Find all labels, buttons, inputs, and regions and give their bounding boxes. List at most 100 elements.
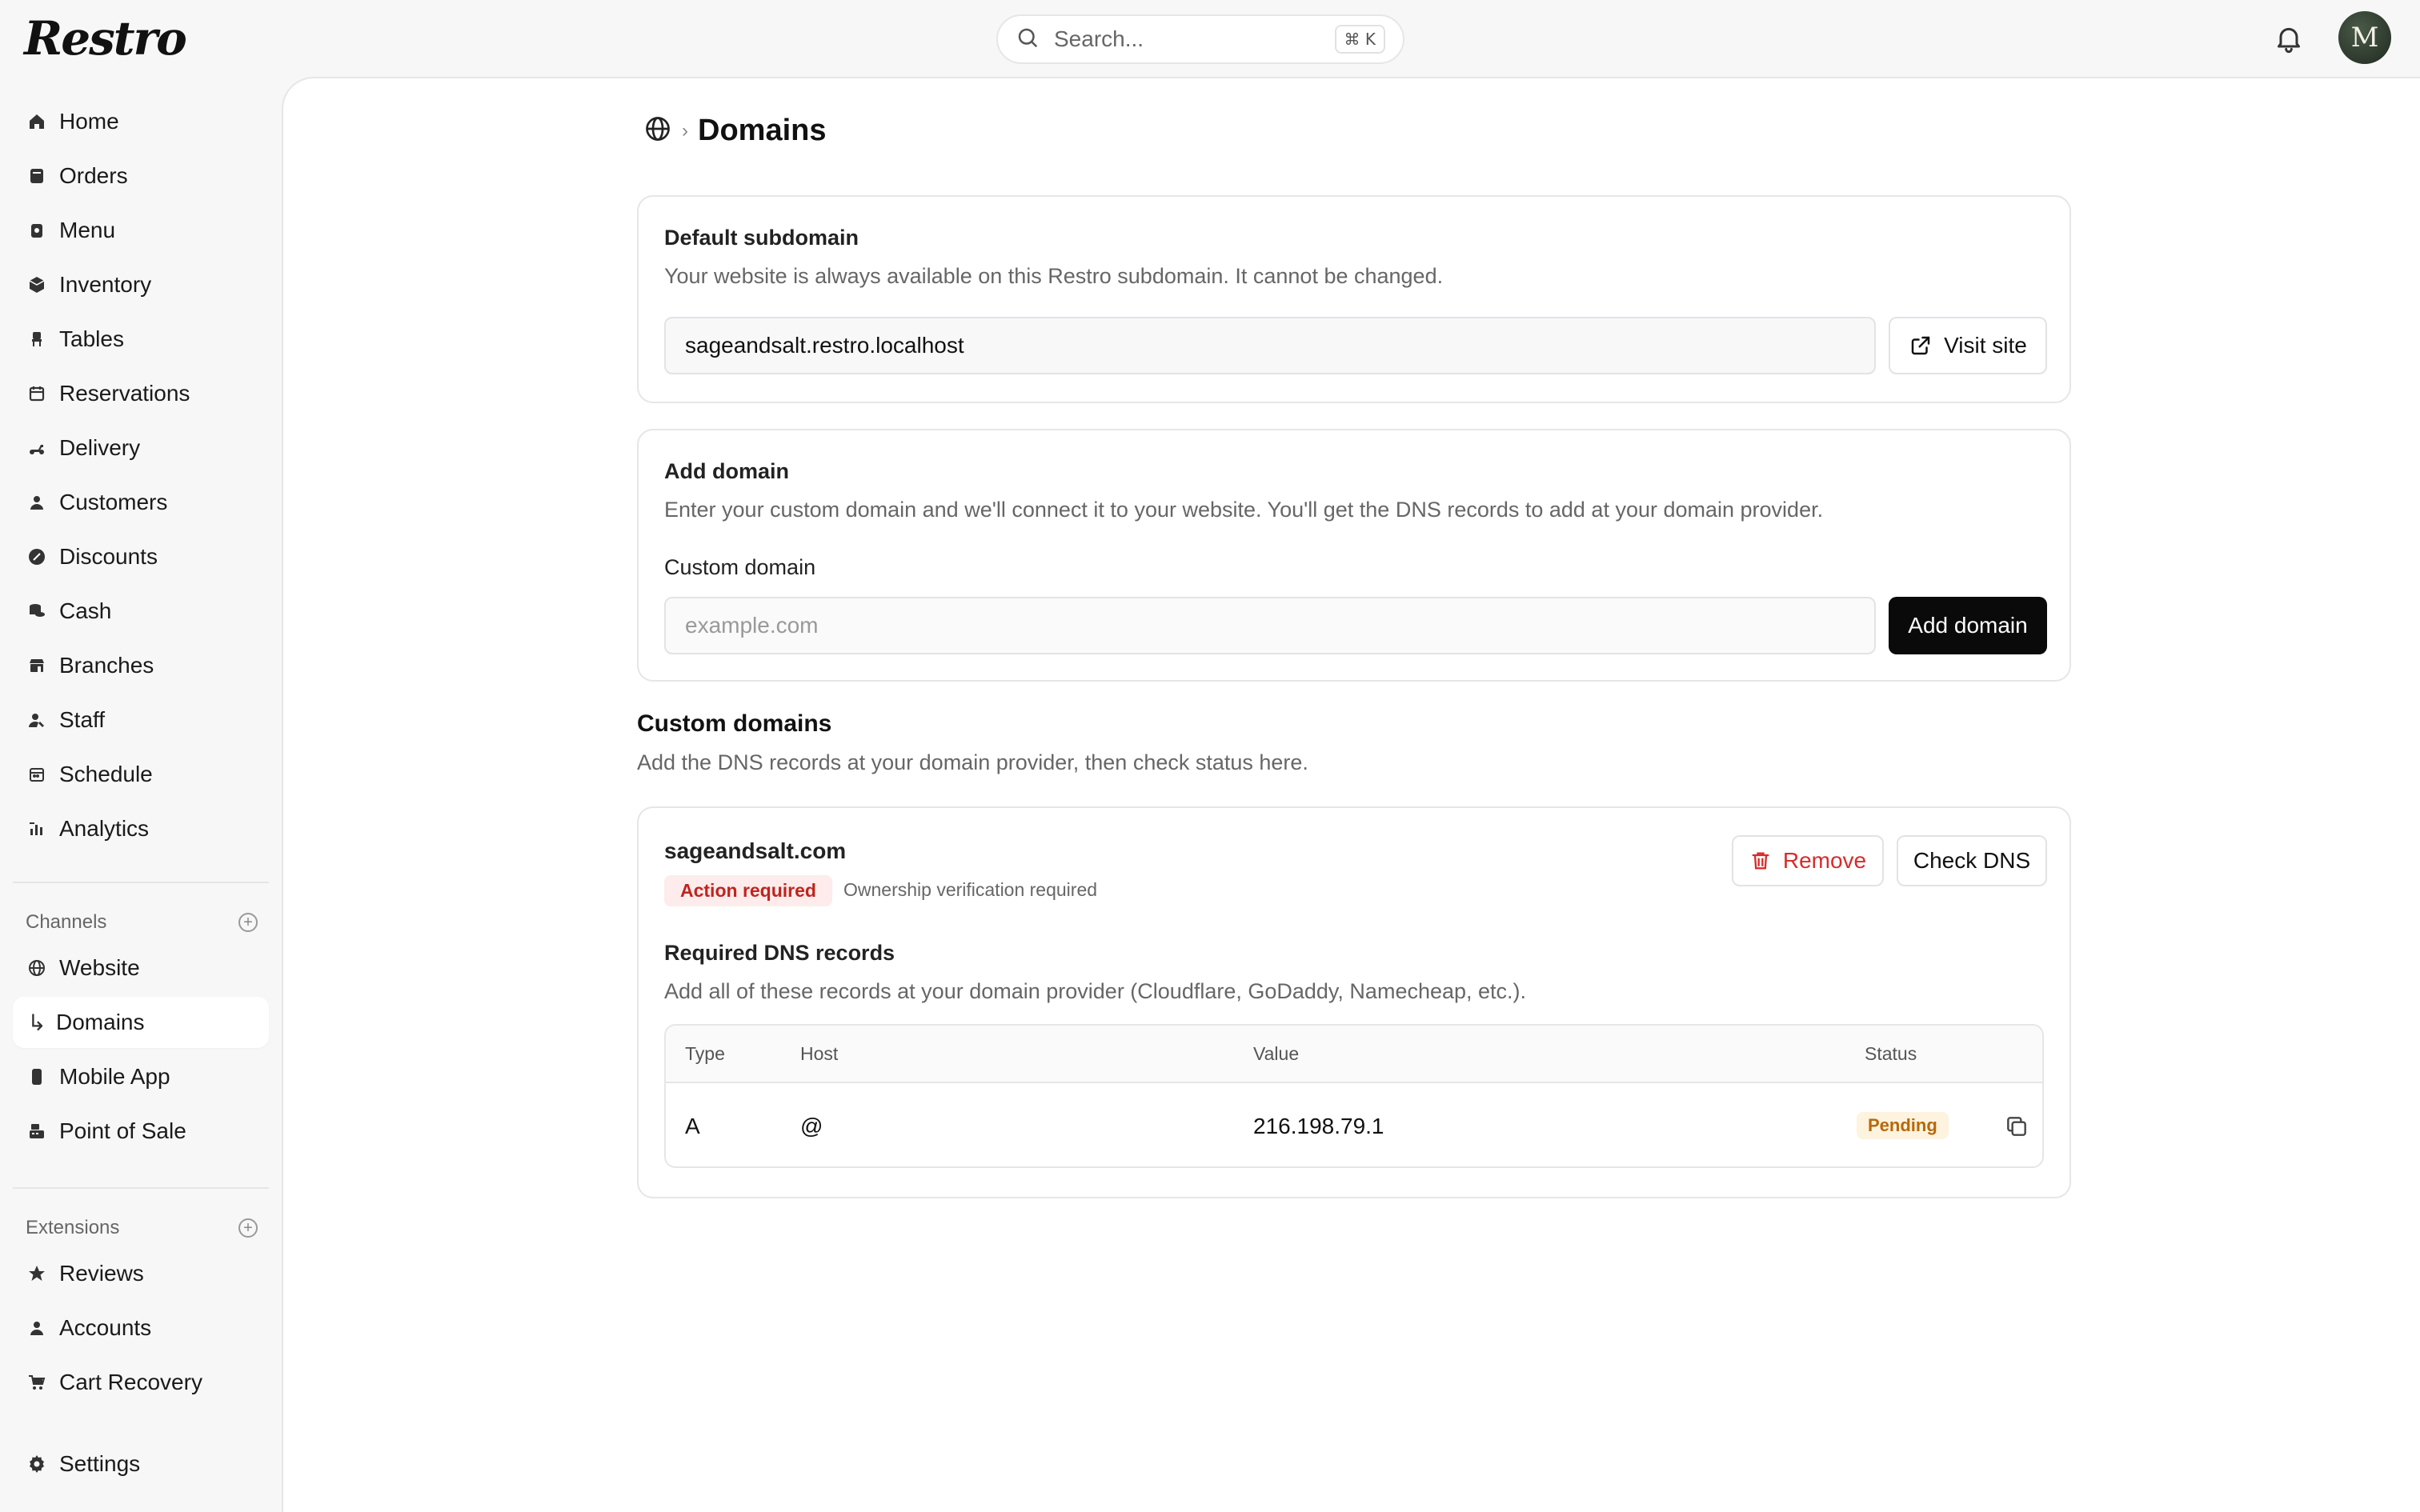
extensions-heading: Extensions + xyxy=(26,1212,258,1244)
sidebar-item-website[interactable]: Website xyxy=(13,942,269,994)
remove-button[interactable]: Remove xyxy=(1732,835,1884,886)
sidebar-item-reservations[interactable]: Reservations xyxy=(13,368,269,419)
external-link-icon xyxy=(1909,334,1933,358)
app-logo[interactable]: Restro xyxy=(24,11,187,66)
visit-site-label: Visit site xyxy=(1944,333,2027,358)
sidebar-item-mobile-app[interactable]: Mobile App xyxy=(13,1051,269,1102)
records-title: Required DNS records xyxy=(664,941,895,965)
sidebar-item-label: Delivery xyxy=(59,435,141,460)
sidebar-item-analytics[interactable]: Analytics xyxy=(13,803,269,854)
sidebar-item-delivery[interactable]: Delivery xyxy=(13,422,269,474)
check-dns-button[interactable]: Check DNS xyxy=(1897,835,2047,886)
sidebar-item-point-of-sale[interactable]: Point of Sale xyxy=(13,1106,269,1157)
cash-icon xyxy=(26,600,48,622)
breadcrumb: › Domains xyxy=(643,114,826,148)
visit-site-button[interactable]: Visit site xyxy=(1889,317,2047,374)
avatar[interactable]: M xyxy=(2338,11,2391,64)
discount-icon xyxy=(26,546,48,568)
sidebar-item-staff[interactable]: Staff xyxy=(13,694,269,746)
search-shortcut: ⌘ K xyxy=(1334,25,1385,54)
chart-icon xyxy=(26,818,48,840)
sidebar-item-label: Domains xyxy=(56,1010,145,1034)
pos-icon xyxy=(26,1120,48,1142)
sidebar-item-domains[interactable]: ↳ Domains xyxy=(13,997,269,1048)
arrow-return-icon: ↳ xyxy=(27,1010,46,1035)
column-host: Host xyxy=(800,1043,839,1064)
gear-icon xyxy=(26,1453,48,1475)
chevron-right-icon: › xyxy=(682,119,688,142)
sidebar-item-label: Cart Recovery xyxy=(59,1370,202,1394)
sidebar-item-label: Website xyxy=(59,955,140,980)
sidebar-item-label: Mobile App xyxy=(59,1064,170,1089)
sidebar-item-label: Point of Sale xyxy=(59,1118,186,1143)
sidebar-item-orders[interactable]: Orders xyxy=(13,150,269,202)
remove-label: Remove xyxy=(1782,848,1867,873)
sidebar-item-cart-recovery[interactable]: Cart Recovery xyxy=(13,1357,269,1408)
phone-icon xyxy=(26,1066,48,1088)
default-subdomain-card: Default subdomain Your website is always… xyxy=(637,195,2071,403)
page-title: Domains xyxy=(698,114,827,147)
orders-icon xyxy=(26,165,48,187)
user-icon xyxy=(26,1317,48,1339)
sidebar-item-label: Home xyxy=(59,109,119,134)
domain-name: sageandsalt.com xyxy=(664,838,847,863)
sidebar-item-label: Inventory xyxy=(59,272,152,297)
top-bar: Restro Search... ⌘ K M xyxy=(0,0,2420,77)
add-domain-button[interactable]: Add domain xyxy=(1889,597,2047,654)
sidebar-item-settings[interactable]: Settings xyxy=(13,1438,269,1490)
cart-icon xyxy=(26,1371,48,1394)
scooter-icon xyxy=(26,437,48,459)
record-value: 216.198.79.1 xyxy=(1253,1114,1384,1138)
sidebar-item-accounts[interactable]: Accounts xyxy=(13,1302,269,1354)
add-extension-icon[interactable]: + xyxy=(238,1218,258,1238)
globe-icon xyxy=(26,957,48,979)
records-description: Add all of these records at your domain … xyxy=(664,979,1527,1003)
table-header: Type Host Value Status xyxy=(666,1026,2042,1083)
sidebar-item-discounts[interactable]: Discounts xyxy=(13,531,269,582)
default-subdomain-title: Default subdomain xyxy=(664,226,859,250)
search-placeholder: Search... xyxy=(1054,26,1144,51)
sidebar-item-tables[interactable]: Tables xyxy=(13,314,269,365)
custom-domain-input[interactable]: example.com xyxy=(664,597,1876,654)
domain-card: sageandsalt.com Action required Ownershi… xyxy=(637,806,2071,1198)
record-type: A xyxy=(685,1114,700,1138)
sidebar-item-reviews[interactable]: Reviews xyxy=(13,1248,269,1299)
status-badge: Action required xyxy=(664,875,832,906)
channels-heading-label: Channels xyxy=(26,911,107,933)
menu-icon xyxy=(26,219,48,242)
sidebar-item-label: Analytics xyxy=(59,816,150,841)
add-channel-icon[interactable]: + xyxy=(238,913,258,932)
star-icon xyxy=(26,1262,48,1285)
sidebar-item-label: Cash xyxy=(59,598,112,623)
add-domain-title: Add domain xyxy=(664,459,789,483)
custom-domains-description: Add the DNS records at your domain provi… xyxy=(637,750,1308,774)
sidebar-item-label: Orders xyxy=(59,163,128,188)
sidebar-item-menu[interactable]: Menu xyxy=(13,205,269,256)
search-icon xyxy=(1016,26,1040,54)
channels-heading: Channels + xyxy=(26,906,258,938)
staff-icon xyxy=(26,709,48,731)
globe-icon[interactable] xyxy=(643,114,672,147)
sidebar-item-label: Branches xyxy=(59,653,154,678)
sidebar-item-branches[interactable]: Branches xyxy=(13,640,269,691)
copy-icon[interactable] xyxy=(2004,1114,2029,1139)
search-bar[interactable]: Search... ⌘ K xyxy=(996,14,1404,64)
sidebar-item-label: Discounts xyxy=(59,544,158,569)
sidebar-item-schedule[interactable]: Schedule xyxy=(13,749,269,800)
subdomain-field[interactable]: sageandsalt.restro.localhost xyxy=(664,317,1876,374)
sidebar-item-customers[interactable]: Customers xyxy=(13,477,269,528)
add-domain-description: Enter your custom domain and we'll conne… xyxy=(664,498,1824,522)
sidebar-item-label: Customers xyxy=(59,490,168,514)
sidebar-divider xyxy=(13,882,269,883)
sidebar-item-cash[interactable]: Cash xyxy=(13,586,269,637)
sidebar-item-inventory[interactable]: Inventory xyxy=(13,259,269,310)
sidebar-item-label: Accounts xyxy=(59,1315,152,1340)
custom-domains-heading: Custom domains xyxy=(637,710,832,737)
verification-status: Ownership verification required xyxy=(843,879,1098,900)
calendar-icon xyxy=(26,382,48,405)
tables-icon xyxy=(26,328,48,350)
trash-icon xyxy=(1749,850,1772,872)
sidebar-item-home[interactable]: Home xyxy=(13,96,269,147)
bell-icon[interactable] xyxy=(2273,22,2305,54)
column-value: Value xyxy=(1253,1043,1300,1064)
